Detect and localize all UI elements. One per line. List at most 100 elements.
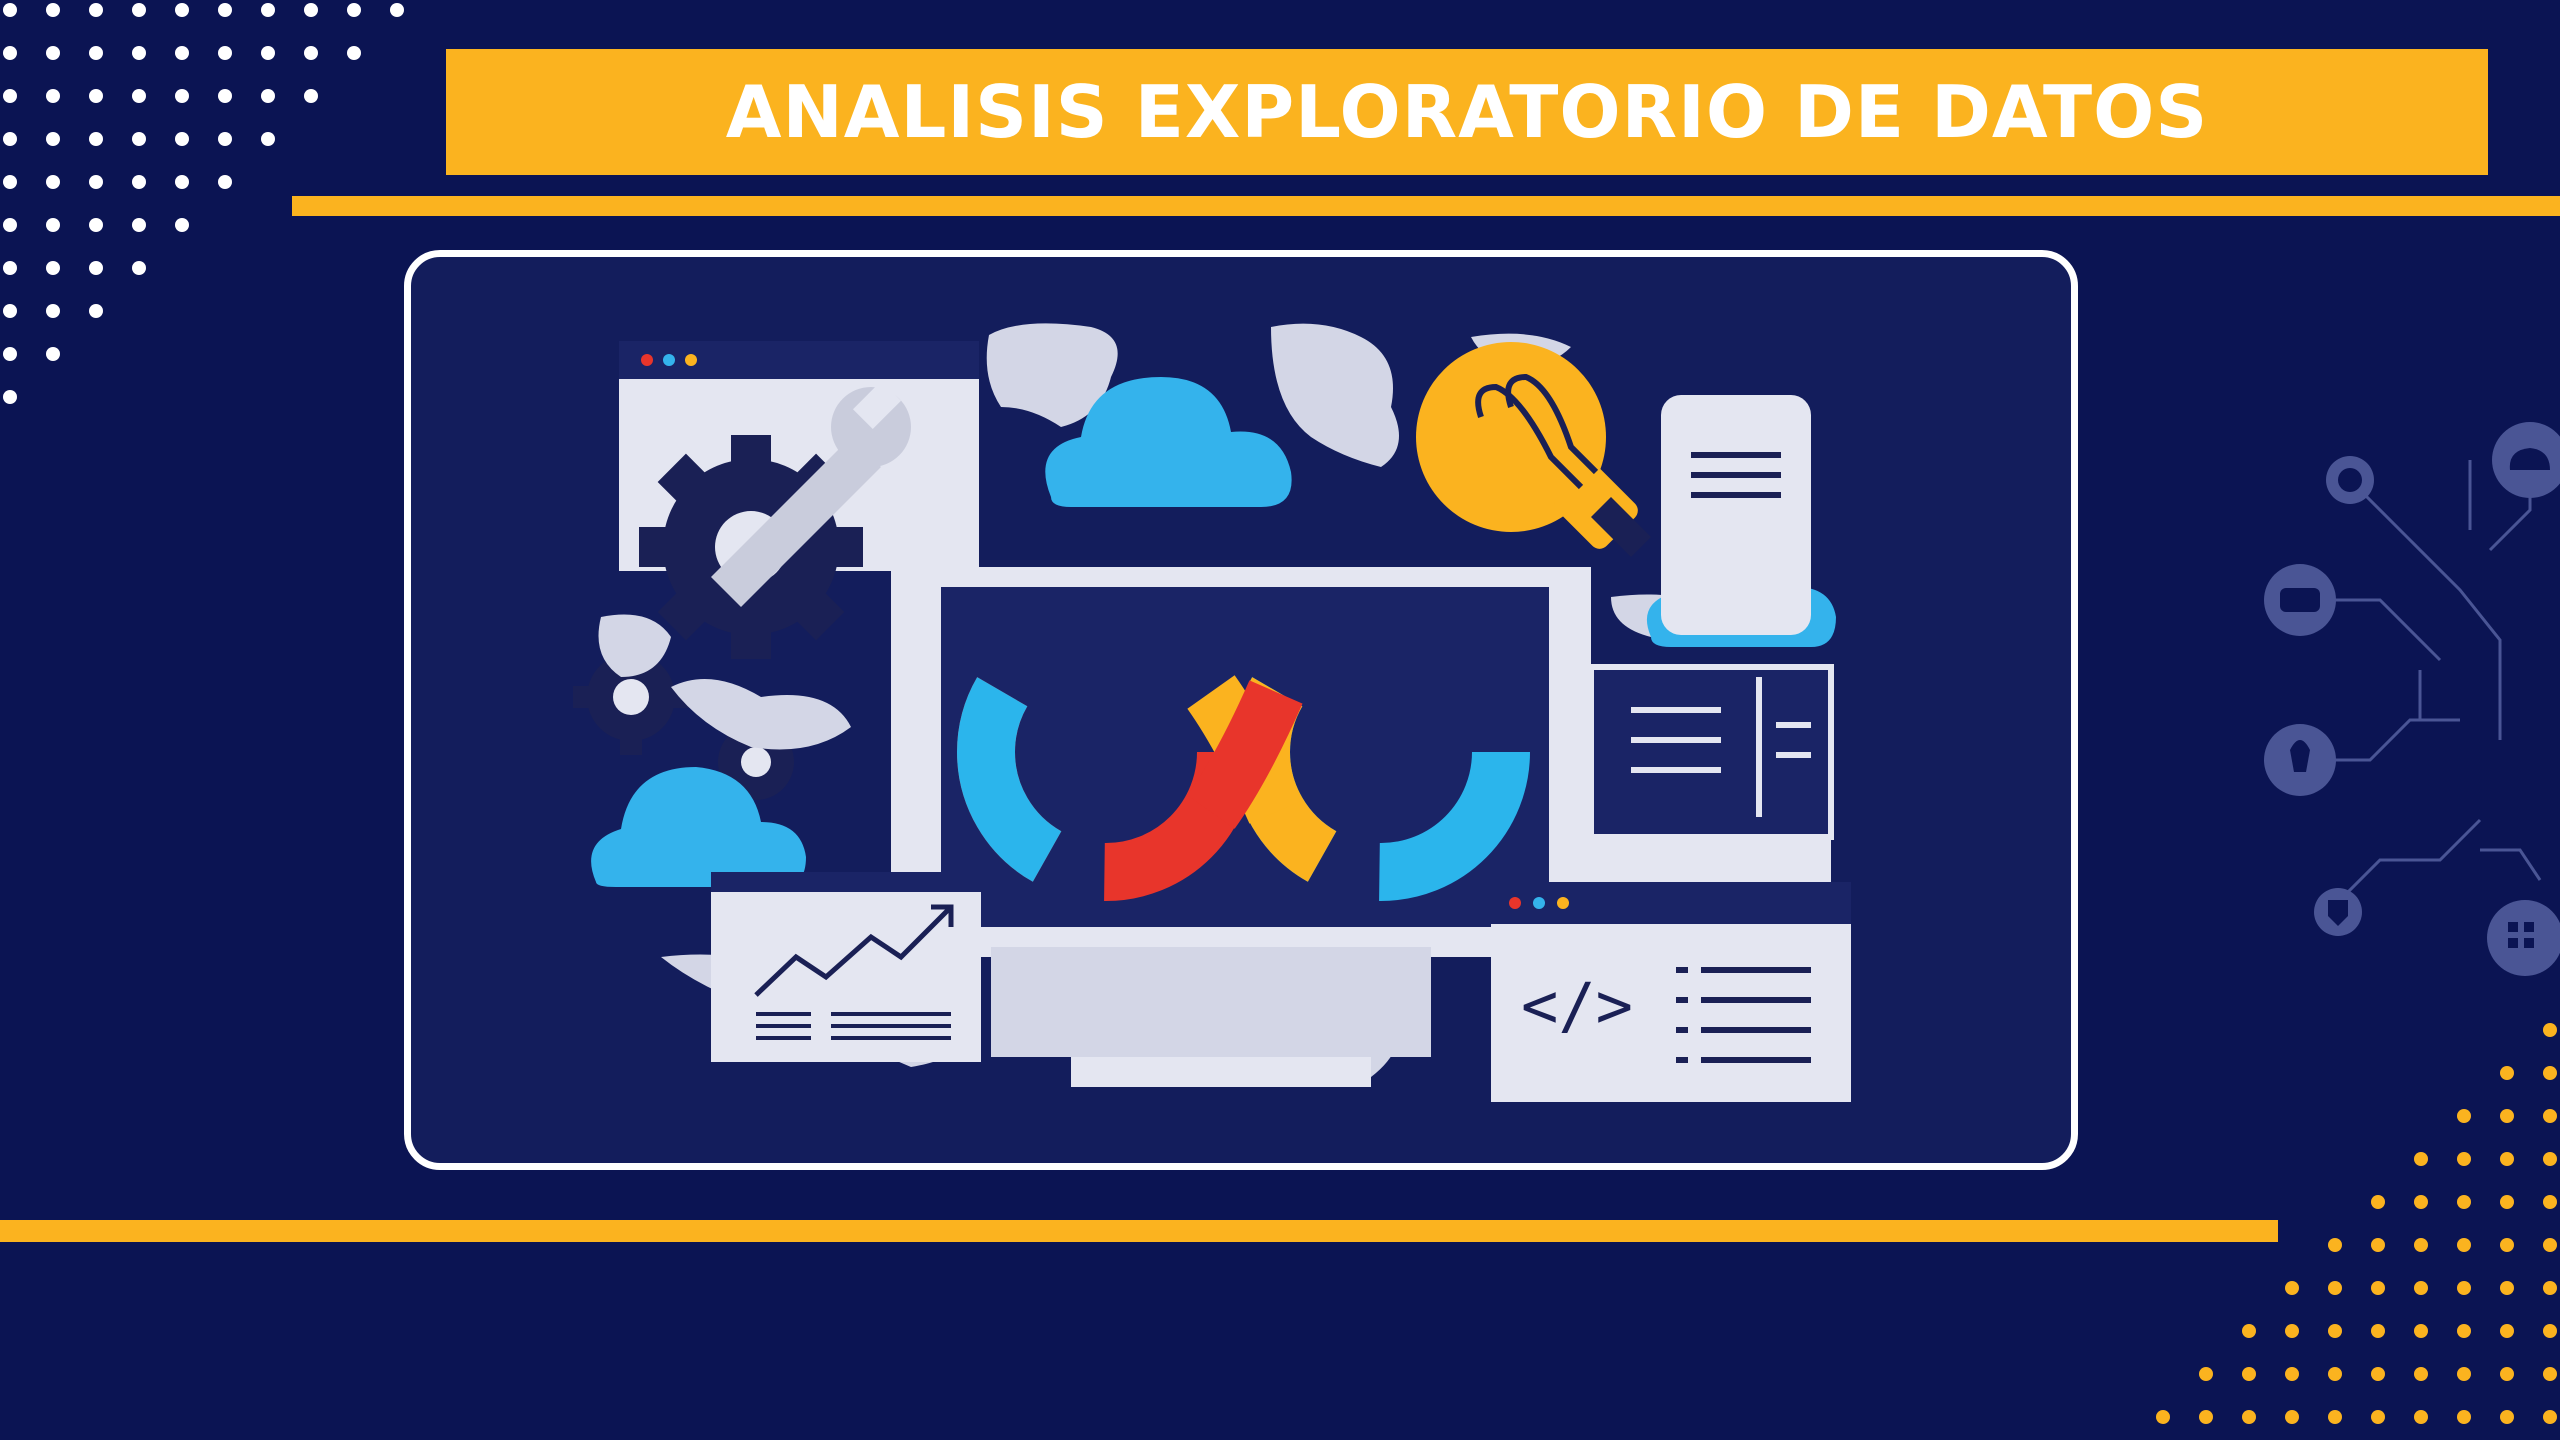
dot <box>132 261 146 275</box>
dot <box>3 218 17 232</box>
dot <box>2500 1324 2514 1338</box>
dot <box>132 218 146 232</box>
title-banner: ANALISIS EXPLORATORIO DE DATOS <box>446 49 2488 175</box>
data-panel <box>1588 664 1834 897</box>
dot <box>89 304 103 318</box>
dot <box>2414 1195 2428 1209</box>
dot <box>3 390 17 404</box>
dot <box>46 304 60 318</box>
dot <box>2457 1367 2471 1381</box>
dot <box>2543 1109 2557 1123</box>
dot <box>132 175 146 189</box>
dot <box>218 89 232 103</box>
dot <box>218 132 232 146</box>
dot <box>46 132 60 146</box>
dot <box>3 347 17 361</box>
dot <box>2242 1324 2256 1338</box>
illustration-frame: </> <box>404 250 2078 1170</box>
dot <box>2414 1367 2428 1381</box>
page-title: ANALISIS EXPLORATORIO DE DATOS <box>725 70 2209 154</box>
dot <box>2371 1367 2385 1381</box>
dot <box>2543 1324 2557 1338</box>
dot <box>89 218 103 232</box>
dot <box>2285 1324 2299 1338</box>
dot <box>2371 1195 2385 1209</box>
dot <box>175 89 189 103</box>
dot <box>175 175 189 189</box>
dot <box>2328 1367 2342 1381</box>
accent-rule-bottom <box>0 1220 2278 1242</box>
dot <box>89 46 103 60</box>
dot <box>347 46 361 60</box>
dot <box>2500 1066 2514 1080</box>
dot <box>304 46 318 60</box>
dot <box>132 132 146 146</box>
dot <box>89 132 103 146</box>
dot <box>132 89 146 103</box>
dot <box>3 3 17 17</box>
dot <box>2414 1410 2428 1424</box>
accent-rule-top <box>292 196 2560 216</box>
dot <box>2500 1109 2514 1123</box>
dot <box>2543 1066 2557 1080</box>
dot <box>2199 1410 2213 1424</box>
dot <box>2414 1324 2428 1338</box>
dot <box>347 3 361 17</box>
circuit-decoration <box>2264 422 2560 976</box>
dot <box>2371 1238 2385 1252</box>
dot <box>89 3 103 17</box>
dot <box>2543 1367 2557 1381</box>
dot <box>3 304 17 318</box>
dot <box>218 46 232 60</box>
dot <box>175 46 189 60</box>
dot <box>46 175 60 189</box>
dot <box>175 132 189 146</box>
dot <box>46 46 60 60</box>
dot <box>2543 1023 2557 1037</box>
dot <box>3 132 17 146</box>
dot <box>390 3 404 17</box>
lightbulb-icon <box>1416 342 1651 557</box>
dot <box>46 89 60 103</box>
dot <box>2543 1410 2557 1424</box>
dot <box>2457 1109 2471 1123</box>
dot <box>132 46 146 60</box>
dot <box>2457 1238 2471 1252</box>
dot <box>304 3 318 17</box>
dot <box>2414 1152 2428 1166</box>
dot <box>46 347 60 361</box>
dot <box>3 46 17 60</box>
dot <box>261 132 275 146</box>
dot <box>2199 1367 2213 1381</box>
trend-chart-icon <box>711 872 981 1062</box>
dot <box>218 175 232 189</box>
dot <box>175 3 189 17</box>
dot <box>2371 1410 2385 1424</box>
dot <box>2328 1324 2342 1338</box>
dot <box>46 218 60 232</box>
dot <box>2328 1238 2342 1252</box>
dot <box>2543 1238 2557 1252</box>
dot <box>3 261 17 275</box>
dot <box>2242 1367 2256 1381</box>
dot <box>2457 1195 2471 1209</box>
dot <box>2414 1238 2428 1252</box>
dot <box>218 3 232 17</box>
dot <box>89 89 103 103</box>
code-window: </> <box>1491 882 1851 1102</box>
dot <box>2328 1410 2342 1424</box>
dot <box>2371 1281 2385 1295</box>
dot <box>261 89 275 103</box>
dot <box>89 175 103 189</box>
dot <box>2500 1281 2514 1295</box>
dot <box>2242 1410 2256 1424</box>
dot <box>3 89 17 103</box>
dot <box>2457 1152 2471 1166</box>
dot <box>304 89 318 103</box>
devops-illustration: </> <box>573 323 1851 1102</box>
dot <box>2543 1195 2557 1209</box>
dot <box>2457 1281 2471 1295</box>
dot <box>46 3 60 17</box>
dot <box>2371 1324 2385 1338</box>
dot <box>2543 1281 2557 1295</box>
